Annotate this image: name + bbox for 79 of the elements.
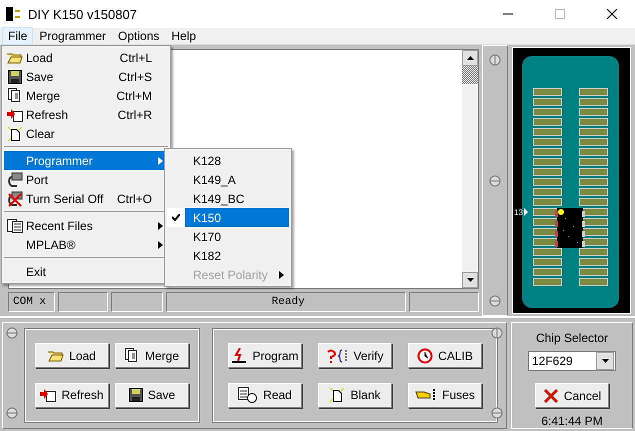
screw-icon [6,327,18,339]
submenu-arrow-icon [158,156,162,164]
port-status: COM x [8,292,55,312]
cancel-icon [542,388,559,404]
status-panel [111,292,163,312]
toolbar-button[interactable]: Program [228,343,302,368]
toolbar-button[interactable]: Merge [115,343,189,368]
menu-item[interactable]: Save Ctrl+S [4,67,168,86]
question-brace-icon [326,348,348,363]
menu-item[interactable]: Turn Serial Off Ctrl+O [4,189,168,208]
list-icon [7,218,23,232]
menu-item[interactable]: K128 [167,151,289,170]
scroll-up-icon [466,56,474,60]
menu-item[interactable]: Port [4,170,168,189]
arrow-document-icon [7,108,23,122]
toolbar-button[interactable]: Blank [318,382,392,408]
lightning-chip-icon [231,348,248,364]
document-lens-icon [238,387,258,404]
screw-icon [489,174,502,186]
submenu-arrow-icon [158,222,162,230]
submenu-arrow-icon [158,240,162,248]
close-icon [607,9,617,19]
maximize-icon [555,9,565,19]
progress-panel [409,292,480,312]
menu-item[interactable]: K170 [167,227,289,246]
menu-item[interactable]: K149_A [167,170,289,189]
check-icon [172,214,180,221]
menu-item[interactable]: Exit [4,262,168,281]
new-page-icon [329,387,346,404]
folder-icon [7,52,23,64]
menu-item[interactable]: Merge Ctrl+M [4,86,168,105]
menu-title[interactable]: Options [112,27,166,45]
menu-item[interactable]: Clear [4,124,168,143]
menu-item[interactable]: K150 [167,208,289,227]
toolbar-button[interactable]: Save [115,382,189,408]
toolbar-button[interactable]: Refresh [35,382,109,408]
pin-number: 13 [514,208,524,217]
menu-item[interactable]: Refresh Ctrl+R [4,105,168,124]
menu-item[interactable]: Load Ctrl+L [4,48,168,67]
scroll-down-icon [466,278,474,282]
menu-title[interactable]: Programmer [33,27,112,45]
scrollbar[interactable] [462,50,478,288]
menu-title[interactable]: File [2,27,34,45]
menu-item[interactable]: MPLAB® [4,235,168,254]
screw-icon [491,327,503,339]
screw-icon [6,407,18,419]
chip-selector-label: Chip Selector [536,331,608,345]
folder-icon [48,350,64,362]
screw-icon [489,295,502,307]
toolbar-button[interactable]: Load [35,343,109,368]
pin-marker-icon [524,208,528,216]
clock-icon [417,348,434,364]
window-title: DIY K150 v150807 [28,6,138,22]
status-message: Ready [166,292,406,312]
menu-item[interactable]: K149_BC [167,189,289,208]
chip-select[interactable]: 12F629 [528,351,616,371]
submenu-arrow-icon [278,270,284,278]
chip-drawing [555,208,586,248]
toolbar-button[interactable]: CALIB [408,343,482,368]
toolbar-button[interactable]: Verify [318,343,392,368]
dropdown-icon [602,359,608,363]
cancel-button[interactable]: Cancel [535,383,609,408]
app-icon [4,5,22,23]
toolbar-button[interactable]: Fuses [408,382,482,408]
screw-icon [491,407,503,419]
scrollbar-thumb[interactable] [462,66,478,84]
status-panel [58,292,108,312]
disconnected-plug-icon [7,190,23,206]
toolbar-button[interactable]: Read [228,382,302,408]
new-page-icon [7,126,23,142]
screw-icon [489,54,502,66]
arrow-document-icon [40,388,56,402]
menu-title[interactable]: Help [165,27,202,45]
clock: 6:41:44 PM [541,414,603,428]
documents-icon [124,348,140,364]
menu-item[interactable]: K182 [167,246,289,265]
documents-icon [8,88,22,103]
plug-icon [7,172,23,188]
menu-item[interactable]: Recent Files [4,216,168,235]
